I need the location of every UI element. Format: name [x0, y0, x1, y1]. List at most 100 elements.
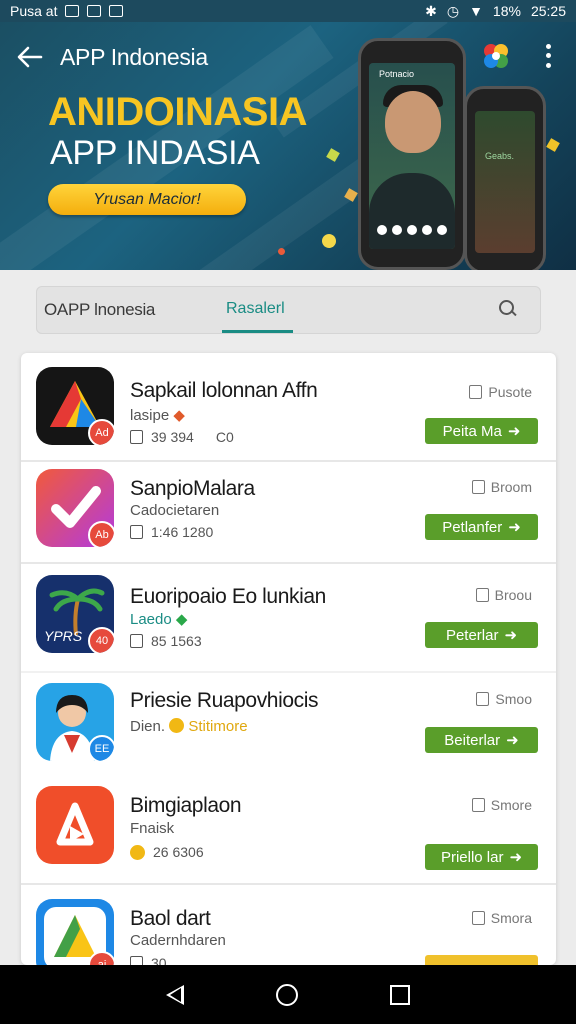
- banner-headline: ANIDOINASIA: [48, 90, 307, 134]
- overflow-menu-button[interactable]: [538, 42, 558, 70]
- app-subtitle: Laedo ◆: [130, 611, 188, 628]
- app-subtitle: Cadernhdaren: [130, 932, 226, 949]
- app-icon: Ab: [36, 469, 114, 547]
- app-subtitle: Cadocietaren: [130, 502, 220, 519]
- app-meta: 39 394 C0: [130, 429, 234, 445]
- app-name: Baol dart: [130, 907, 211, 930]
- search-icon[interactable]: [499, 300, 517, 318]
- list-item[interactable]: YPRS 40 Euoripoaio Eo lunkian Laedo ◆ 85…: [21, 565, 556, 671]
- phone-screen-label: Potnacio: [379, 69, 415, 79]
- chevron-right-icon: ➜: [509, 849, 523, 866]
- nav-back-icon[interactable]: [166, 984, 184, 1005]
- app-badge: Ab: [88, 521, 114, 547]
- install-button[interactable]: Peita Ma ➜: [425, 418, 538, 444]
- app-icon: YPRS 40: [36, 575, 114, 653]
- status-label: Broou: [475, 587, 532, 603]
- app-icon: Ad: [36, 367, 114, 445]
- alarm-icon: ◷: [446, 2, 460, 19]
- app-name: Euoripoaio Eo lunkian: [130, 585, 326, 608]
- arrow-left-icon: [17, 46, 43, 68]
- install-button[interactable]: Petlanfer ➜: [425, 514, 538, 540]
- app-icon: ai: [36, 899, 114, 965]
- svg-text:YPRS: YPRS: [44, 628, 83, 644]
- wifi-icon: ▼: [469, 3, 483, 19]
- chevron-right-icon: ➜: [506, 732, 519, 749]
- confetti-shape: [276, 246, 287, 257]
- list-item[interactable]: EE Priesie Ruapovhiocis Dien. Stitimore …: [21, 673, 556, 779]
- coin-icon: [130, 844, 145, 860]
- app-badge: 40: [88, 627, 114, 653]
- nav-home-icon[interactable]: [276, 983, 298, 1006]
- chevron-right-icon: ➜: [507, 423, 521, 440]
- app-title: APP Indonesia: [60, 43, 208, 70]
- confetti-shape: [546, 138, 560, 152]
- status-bar: Pusa at ✱ ◷ ▼ 18% 25:25: [0, 0, 576, 22]
- install-button[interactable]: [425, 955, 538, 965]
- phone2-screen-label: Geabs.: [485, 151, 515, 161]
- app-badge: Ad: [88, 419, 114, 445]
- download-icon: [130, 956, 143, 965]
- active-tab-indicator: [222, 330, 293, 333]
- clipboard-icon: [471, 911, 485, 925]
- status-label: Smoo: [476, 691, 532, 707]
- app-name: Priesie Ruapovhiocis: [130, 689, 319, 712]
- search-bar[interactable]: OAPP lnonesia Rasalerl: [36, 286, 541, 334]
- app-name: Sapkail lolonnan Affn: [130, 379, 318, 402]
- download-icon: [130, 634, 143, 648]
- app-badge: EE: [88, 735, 114, 761]
- app-subtitle: lasipe ◆: [130, 407, 185, 424]
- app-name: Bimgiaplaon: [130, 794, 242, 817]
- nav-recents-icon[interactable]: [390, 984, 410, 1005]
- install-button[interactable]: Priello lar ➜: [425, 844, 538, 870]
- search-input[interactable]: OAPP lnonesia: [44, 300, 155, 320]
- app-icon: [36, 786, 114, 864]
- back-button[interactable]: [0, 22, 60, 92]
- app-name: SanpioMalara: [130, 477, 255, 500]
- hero-banner[interactable]: APP Indonesia ANIDOINASIA APP INDASIA Yr…: [0, 22, 576, 270]
- banner-subheadline: APP INDASIA: [50, 134, 260, 172]
- download-icon: [130, 430, 143, 444]
- tab-rasalerl[interactable]: Rasalerl: [226, 300, 285, 318]
- notification-icon: [109, 5, 124, 17]
- install-button[interactable]: Peterlar ➜: [425, 622, 538, 648]
- battery-level: 18%: [492, 3, 521, 19]
- person-photo: [385, 91, 441, 153]
- status-label: Smore: [471, 797, 532, 813]
- chevron-right-icon: ➜: [508, 519, 521, 536]
- app-meta: 30: [130, 955, 167, 965]
- list-item[interactable]: Ab SanpioMalara Cadocietaren 1:46 1280 B…: [21, 461, 556, 567]
- bluetooth-icon: ✱: [425, 2, 437, 19]
- status-label: Pusote: [469, 384, 532, 400]
- clock: 25:25: [530, 3, 566, 19]
- app-subtitle: Fnaisk: [130, 820, 175, 837]
- confetti-shape: [319, 231, 339, 251]
- list-item[interactable]: Bimgiaplaon Fnaisk 26 6306 Smore Priello…: [21, 778, 556, 884]
- banner-cta-button[interactable]: Yrusan Macior!: [48, 184, 246, 215]
- status-label: Smora: [471, 910, 532, 926]
- status-label: Broom: [471, 479, 532, 495]
- app-meta: 26 6306: [130, 844, 204, 860]
- screenshot-icon: [87, 5, 102, 17]
- clipboard-icon: [475, 588, 489, 602]
- chevron-right-icon: ➜: [504, 627, 518, 644]
- app-meta: 85 1563: [130, 633, 202, 649]
- system-nav-bar: [0, 965, 576, 1024]
- gallery-icon: [65, 5, 80, 17]
- confetti-shape: [326, 148, 340, 162]
- download-icon: [130, 525, 143, 539]
- clipboard-icon: [471, 798, 485, 812]
- app-list: Ad Sapkail lolonnan Affn lasipe ◆ 39 394…: [21, 353, 556, 965]
- phone-mockup-secondary: Geabs.: [464, 86, 546, 270]
- list-item[interactable]: Ad Sapkail lolonnan Affn lasipe ◆ 39 394…: [21, 359, 556, 465]
- clipboard-icon: [469, 385, 483, 399]
- app-subtitle: Dien. Stitimore: [130, 718, 248, 735]
- app-meta: 1:46 1280: [130, 524, 213, 540]
- phone-mockup: Potnacio: [358, 38, 466, 270]
- install-button[interactable]: Beiterlar ➜: [425, 727, 538, 753]
- coin-icon: [169, 718, 185, 733]
- colorwheel-icon[interactable]: [482, 42, 510, 70]
- app-icon: EE: [36, 683, 114, 761]
- clipboard-icon: [476, 692, 490, 706]
- list-item[interactable]: ai Baol dart Cadernhdaren 30 Smora: [21, 887, 556, 965]
- carrier-label: Pusa at: [10, 3, 58, 19]
